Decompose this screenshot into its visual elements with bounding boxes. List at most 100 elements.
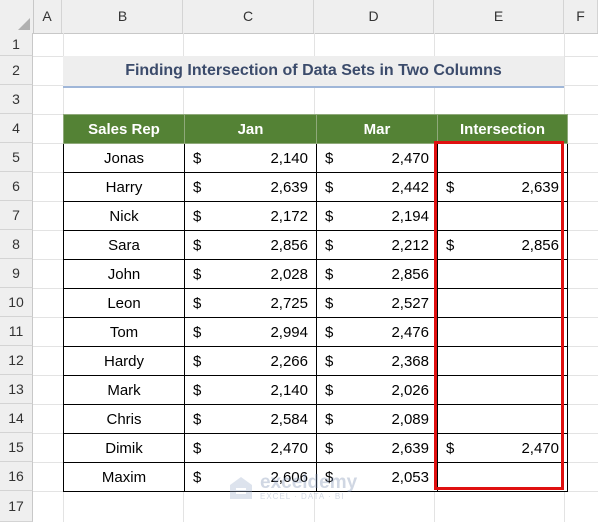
row-header-10[interactable]: 10 bbox=[0, 288, 33, 317]
column-header-f[interactable]: F bbox=[564, 0, 598, 33]
column-header-a[interactable]: A bbox=[33, 0, 62, 33]
currency-symbol: $ bbox=[325, 149, 334, 167]
cell-value-intersection: 2,470 bbox=[521, 439, 559, 457]
cell-jan[interactable]: $2,140 bbox=[184, 143, 317, 173]
cell-value-jan: 2,856 bbox=[270, 236, 308, 254]
row-header-7[interactable]: 7 bbox=[0, 201, 33, 230]
cell-jan[interactable]: $2,172 bbox=[184, 201, 317, 231]
cell-sales-rep[interactable]: Leon bbox=[63, 288, 185, 318]
cell-intersection[interactable] bbox=[437, 259, 568, 289]
cell-jan[interactable]: $2,140 bbox=[184, 375, 317, 405]
column-header-d[interactable]: D bbox=[314, 0, 434, 33]
cell-jan[interactable]: $2,470 bbox=[184, 433, 317, 463]
header-intersection[interactable]: Intersection bbox=[437, 114, 568, 144]
table-row: Harry $2,639 $2,442 $2,639 bbox=[63, 172, 568, 202]
row-header-1[interactable]: 1 bbox=[0, 33, 33, 56]
column-header-c[interactable]: C bbox=[183, 0, 314, 33]
row-header-14[interactable]: 14 bbox=[0, 404, 33, 433]
currency-symbol: $ bbox=[325, 207, 334, 225]
cell-mar[interactable]: $2,368 bbox=[316, 346, 438, 376]
cell-intersection[interactable]: $2,639 bbox=[437, 172, 568, 202]
cell-jan[interactable]: $2,639 bbox=[184, 172, 317, 202]
cell-sales-rep[interactable]: Maxim bbox=[63, 462, 185, 492]
cell-mar[interactable]: $2,527 bbox=[316, 288, 438, 318]
cell-intersection[interactable] bbox=[437, 143, 568, 173]
cell-sales-rep[interactable]: Tom bbox=[63, 317, 185, 347]
cell-intersection[interactable]: $2,470 bbox=[437, 433, 568, 463]
cell-intersection[interactable] bbox=[437, 346, 568, 376]
cell-jan[interactable]: $2,584 bbox=[184, 404, 317, 434]
sales-table: Sales Rep Jan Mar Intersection Jonas $2,1… bbox=[63, 114, 568, 492]
row-header-4[interactable]: 4 bbox=[0, 114, 33, 143]
currency-symbol: $ bbox=[193, 294, 202, 312]
row-header-11[interactable]: 11 bbox=[0, 317, 33, 346]
row-header-12[interactable]: 12 bbox=[0, 346, 33, 375]
cell-value-jan: 2,172 bbox=[270, 207, 308, 225]
currency-symbol: $ bbox=[193, 178, 202, 196]
watermark-text: exceldemy bbox=[260, 472, 358, 493]
cell-sales-rep[interactable]: Dimik bbox=[63, 433, 185, 463]
currency-symbol: $ bbox=[325, 236, 334, 254]
header-sales-rep[interactable]: Sales Rep bbox=[63, 114, 185, 144]
select-all-corner[interactable] bbox=[0, 0, 34, 33]
cell-mar[interactable]: $2,026 bbox=[316, 375, 438, 405]
row-header-3[interactable]: 3 bbox=[0, 85, 33, 114]
cell-value-intersection: 2,639 bbox=[521, 178, 559, 196]
cell-mar[interactable]: $2,856 bbox=[316, 259, 438, 289]
header-mar[interactable]: Mar bbox=[316, 114, 438, 144]
table-row: John $2,028 $2,856 bbox=[63, 259, 568, 289]
column-header-e[interactable]: E bbox=[434, 0, 564, 33]
cell-sales-rep[interactable]: Jonas bbox=[63, 143, 185, 173]
cell-value-jan: 2,140 bbox=[270, 149, 308, 167]
cell-jan[interactable]: $2,028 bbox=[184, 259, 317, 289]
row-header-15[interactable]: 15 bbox=[0, 433, 33, 462]
row-header-9[interactable]: 9 bbox=[0, 259, 33, 288]
row-header-6[interactable]: 6 bbox=[0, 172, 33, 201]
cell-value-mar: 2,442 bbox=[391, 178, 429, 196]
cell-intersection[interactable] bbox=[437, 404, 568, 434]
cell-mar[interactable]: $2,470 bbox=[316, 143, 438, 173]
cell-value-mar: 2,053 bbox=[391, 468, 429, 486]
cell-value-mar: 2,476 bbox=[391, 323, 429, 341]
cell-jan[interactable]: $2,725 bbox=[184, 288, 317, 318]
cell-mar[interactable]: $2,212 bbox=[316, 230, 438, 260]
cell-sales-rep[interactable]: John bbox=[63, 259, 185, 289]
cell-value-jan: 2,584 bbox=[270, 410, 308, 428]
currency-symbol: $ bbox=[446, 178, 455, 196]
cell-mar[interactable]: $2,639 bbox=[316, 433, 438, 463]
row-header-17[interactable]: 17 bbox=[0, 491, 33, 522]
cell-intersection[interactable]: $2,856 bbox=[437, 230, 568, 260]
cell-sales-rep[interactable]: Nick bbox=[63, 201, 185, 231]
cell-jan[interactable]: $2,266 bbox=[184, 346, 317, 376]
row-header-8[interactable]: 8 bbox=[0, 230, 33, 259]
cell-jan[interactable]: $2,856 bbox=[184, 230, 317, 260]
cell-intersection[interactable] bbox=[437, 288, 568, 318]
row-header-2[interactable]: 2 bbox=[0, 56, 33, 85]
column-header-b[interactable]: B bbox=[63, 0, 183, 33]
header-jan[interactable]: Jan bbox=[184, 114, 317, 144]
cell-jan[interactable]: $2,994 bbox=[184, 317, 317, 347]
cell-intersection[interactable] bbox=[437, 201, 568, 231]
cell-intersection[interactable] bbox=[437, 462, 568, 492]
cell-mar[interactable]: $2,194 bbox=[316, 201, 438, 231]
currency-symbol: $ bbox=[325, 439, 334, 457]
cell-mar[interactable]: $2,442 bbox=[316, 172, 438, 202]
cell-sales-rep[interactable]: Harry bbox=[63, 172, 185, 202]
row-header-5[interactable]: 5 bbox=[0, 143, 33, 172]
spreadsheet: ABCDEF 1 2 3 4 5 6 7 8 9 10 11 12 13 14 15 16 17 Finding… bbox=[0, 0, 598, 522]
cell-sales-rep[interactable]: Hardy bbox=[63, 346, 185, 376]
row-header-16[interactable]: 16 bbox=[0, 462, 33, 491]
cell-mar[interactable]: $2,476 bbox=[316, 317, 438, 347]
cell-value-mar: 2,368 bbox=[391, 352, 429, 370]
cell-sales-rep[interactable]: Sara bbox=[63, 230, 185, 260]
table-row: Tom $2,994 $2,476 bbox=[63, 317, 568, 347]
currency-symbol: $ bbox=[325, 381, 334, 399]
currency-symbol: $ bbox=[193, 352, 202, 370]
cell-mar[interactable]: $2,089 bbox=[316, 404, 438, 434]
cell-sales-rep[interactable]: Chris bbox=[63, 404, 185, 434]
cell-intersection[interactable] bbox=[437, 375, 568, 405]
currency-symbol: $ bbox=[193, 149, 202, 167]
cell-sales-rep[interactable]: Mark bbox=[63, 375, 185, 405]
row-header-13[interactable]: 13 bbox=[0, 375, 33, 404]
cell-intersection[interactable] bbox=[437, 317, 568, 347]
